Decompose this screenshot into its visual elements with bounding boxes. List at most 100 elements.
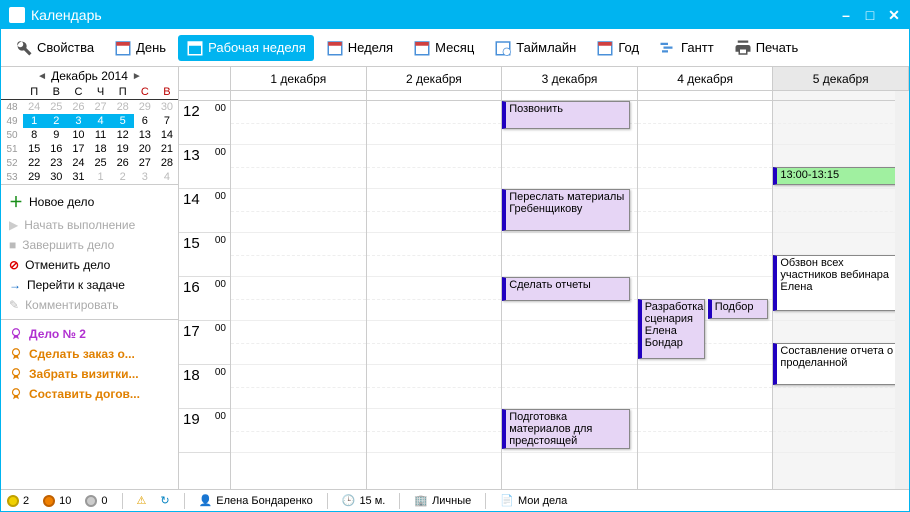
mini-cal-day[interactable]: 25	[45, 100, 67, 115]
medal-icon	[9, 367, 23, 381]
minimize-button[interactable]: –	[839, 8, 853, 22]
pinned-item[interactable]: Сделать заказ о...	[1, 344, 178, 364]
mini-cal-day[interactable]: 10	[67, 128, 89, 142]
vertical-scrollbar[interactable]	[895, 91, 909, 489]
pinned-item[interactable]: Дело № 2	[1, 324, 178, 344]
status-category[interactable]: 🏢Личные	[414, 494, 471, 507]
calendar-event[interactable]: Подбор	[708, 299, 769, 319]
calendar-event[interactable]: Составление отчета о проделанной	[773, 343, 905, 385]
properties-button[interactable]: Свойства	[7, 35, 102, 61]
mini-cal-day[interactable]: 5	[112, 114, 134, 128]
mini-cal-day[interactable]: 22	[23, 156, 45, 170]
day-column[interactable]: Позвонить Переслать материалы Гребенщиков…	[502, 91, 638, 489]
month-view-button[interactable]: Месяц	[405, 35, 482, 61]
start-task-button[interactable]: ▶Начать выполнение	[1, 215, 178, 235]
day-header[interactable]: 4 декабря	[638, 67, 774, 90]
mini-cal-day[interactable]: 17	[67, 142, 89, 156]
mini-cal-day[interactable]: 2	[45, 114, 67, 128]
status-grey[interactable]: 0	[85, 495, 107, 507]
work-week-view-button[interactable]: Рабочая неделя	[178, 35, 314, 61]
mini-cal-day[interactable]: 26	[67, 100, 89, 115]
calendar-event[interactable]: Подготовка материалов для предстоящей	[502, 409, 630, 449]
calendar-event[interactable]: Сделать отчеты	[502, 277, 630, 301]
status-yellow[interactable]: 2	[7, 495, 29, 507]
day-header[interactable]: 5 декабря	[773, 67, 909, 90]
year-view-button[interactable]: Год	[588, 35, 647, 61]
status-filter[interactable]: 📄Мои дела	[500, 494, 567, 507]
mini-cal-day[interactable]: 31	[67, 170, 89, 184]
mini-cal-day[interactable]: 29	[134, 100, 156, 115]
mini-cal-day[interactable]: 24	[67, 156, 89, 170]
day-column[interactable]: 13:00-13:15 Обзвон всех участников вебина…	[773, 91, 909, 489]
mini-cal-day[interactable]: 9	[45, 128, 67, 142]
calendar-event[interactable]: Позвонить	[502, 101, 630, 129]
next-month-button[interactable]: ►	[132, 71, 142, 82]
mini-cal-day[interactable]: 30	[45, 170, 67, 184]
calendar-event[interactable]: Переслать материалы Гребенщикову	[502, 189, 630, 231]
mini-cal-day[interactable]: 12	[112, 128, 134, 142]
mini-cal-day[interactable]: 6	[134, 114, 156, 128]
mini-cal-day[interactable]: 19	[112, 142, 134, 156]
day-header[interactable]: 2 декабря	[367, 67, 503, 90]
finish-task-button[interactable]: ■Завершить дело	[1, 235, 178, 255]
new-task-button[interactable]: ＋Новое дело	[1, 189, 178, 215]
grid-body[interactable]: 12001300140015001600170018001900 Позвони…	[179, 91, 909, 489]
mini-calendar[interactable]: ПВСЧПСВ 48242526272829304912345675089101…	[1, 85, 178, 184]
pinned-item[interactable]: Составить догов...	[1, 384, 178, 404]
close-button[interactable]: ✕	[887, 8, 901, 22]
mini-cal-day[interactable]: 25	[90, 156, 112, 170]
mini-cal-day[interactable]: 30	[156, 100, 178, 115]
mini-cal-day[interactable]: 20	[134, 142, 156, 156]
comment-button[interactable]: ✎Комментировать	[1, 295, 178, 315]
mini-cal-day[interactable]: 2	[112, 170, 134, 184]
print-button[interactable]: Печать	[726, 35, 807, 61]
day-header[interactable]: 1 декабря	[231, 67, 367, 90]
week-view-button[interactable]: Неделя	[318, 35, 401, 61]
mini-cal-day[interactable]: 16	[45, 142, 67, 156]
mini-cal-day[interactable]: 26	[112, 156, 134, 170]
maximize-button[interactable]: □	[863, 8, 877, 22]
mini-cal-day[interactable]: 27	[134, 156, 156, 170]
mini-cal-day[interactable]: 21	[156, 142, 178, 156]
refresh-icon: ↻	[160, 494, 169, 507]
goto-task-button[interactable]: →Перейти к задаче	[1, 275, 178, 295]
status-user[interactable]: 👤Елена Бондаренко	[199, 494, 313, 507]
calendar-event[interactable]: 13:00-13:15	[773, 167, 905, 185]
mini-cal-day[interactable]: 1	[23, 114, 45, 128]
mini-cal-day[interactable]: 13	[134, 128, 156, 142]
day-column[interactable]	[367, 91, 503, 489]
gantt-view-button[interactable]: Гантт	[651, 35, 722, 61]
mini-cal-day[interactable]: 1	[90, 170, 112, 184]
day-header[interactable]: 3 декабря	[502, 67, 638, 90]
mini-cal-day[interactable]: 28	[156, 156, 178, 170]
mini-cal-day[interactable]: 18	[90, 142, 112, 156]
day-column[interactable]: Разработка сценария Елена БондарПодбор	[638, 91, 774, 489]
day-column[interactable]	[231, 91, 367, 489]
mini-cal-day[interactable]: 28	[112, 100, 134, 115]
prev-month-button[interactable]: ◄	[37, 71, 47, 82]
status-warning[interactable]: ⚠	[137, 494, 147, 507]
mini-cal-day[interactable]: 15	[23, 142, 45, 156]
mini-cal-day[interactable]: 24	[23, 100, 45, 115]
mini-cal-day[interactable]: 14	[156, 128, 178, 142]
mini-cal-day[interactable]: 3	[67, 114, 89, 128]
calendar-event[interactable]: Обзвон всех участников вебинара Елена	[773, 255, 905, 311]
mini-cal-day[interactable]: 3	[134, 170, 156, 184]
status-duration[interactable]: 🕒15 м.	[342, 494, 386, 507]
mini-cal-day[interactable]: 4	[156, 170, 178, 184]
status-orange[interactable]: 10	[43, 495, 71, 507]
mini-cal-day[interactable]: 11	[90, 128, 112, 142]
pinned-item[interactable]: Забрать визитки...	[1, 364, 178, 384]
cancel-task-button[interactable]: ⊘Отменить дело	[1, 255, 178, 275]
timeline-view-button[interactable]: Таймлайн	[486, 35, 584, 61]
mini-cal-day[interactable]: 7	[156, 114, 178, 128]
mini-cal-day[interactable]: 4	[90, 114, 112, 128]
mini-cal-day[interactable]: 8	[23, 128, 45, 142]
day-view-button[interactable]: День	[106, 35, 174, 61]
time-label: 1500	[179, 233, 230, 277]
mini-cal-day[interactable]: 27	[90, 100, 112, 115]
mini-cal-day[interactable]: 29	[23, 170, 45, 184]
mini-cal-day[interactable]: 23	[45, 156, 67, 170]
status-refresh[interactable]: ↻	[160, 494, 169, 507]
calendar-event[interactable]: Разработка сценария Елена Бондар	[638, 299, 705, 359]
